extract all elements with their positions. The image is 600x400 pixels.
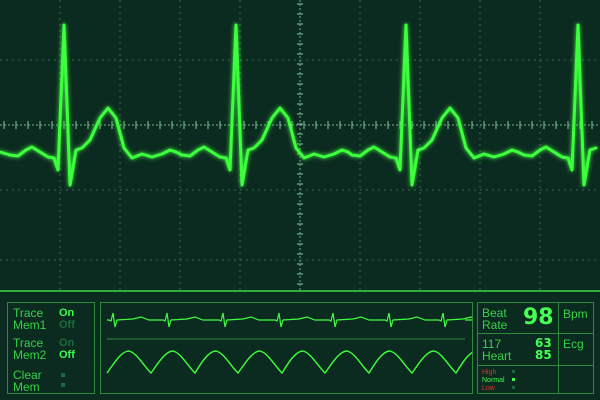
- ecg-waveform: [0, 23, 598, 187]
- legend-low-label: Low: [482, 385, 495, 392]
- memory-traces-panel: [100, 302, 473, 394]
- memory-traces-display: [106, 312, 472, 375]
- legend-high-label: High: [482, 369, 497, 376]
- legend-low-indicator: [512, 386, 515, 389]
- clear-mem-indicator-1[interactable]: [61, 373, 65, 377]
- trace-mem2-on-button[interactable]: On: [59, 337, 74, 349]
- vitals-row-divider-1: [478, 333, 593, 334]
- vitals-panel: Beat Rate 98 Bpm 117 Heart 63 85 Ecg Hig…: [477, 302, 594, 394]
- heart-value-bottom: 85: [535, 348, 552, 362]
- heart-monitor-screen: Trace Mem1 On Off Trace Mem2 On Off Clea…: [0, 0, 600, 400]
- center-axis-ticks: [0, 0, 600, 290]
- vitals-column-divider: [558, 303, 559, 393]
- ecg-label: Ecg: [563, 337, 584, 351]
- trace-mem1-on-button[interactable]: On: [59, 307, 74, 319]
- clear-mem-indicator-2[interactable]: [61, 383, 65, 387]
- screen-divider: [0, 290, 600, 292]
- heart-label: Heart: [482, 349, 512, 363]
- legend-high-indicator: [512, 370, 515, 373]
- vitals-row-divider-2: [478, 365, 593, 366]
- legend-normal-label: Normal: [482, 377, 505, 384]
- ecg-main-display: [0, 0, 600, 290]
- trace-mem2-off-button[interactable]: Off: [59, 349, 75, 361]
- mem2-waveform: [106, 350, 472, 375]
- trace-control-panel: Trace Mem1 On Off Trace Mem2 On Off Clea…: [7, 302, 95, 394]
- bpm-unit-label: Bpm: [563, 307, 588, 321]
- trace-mem1-off-button[interactable]: Off: [59, 319, 75, 331]
- mem1-waveform: [107, 312, 472, 328]
- beat-rate-value: 98: [523, 305, 554, 330]
- trace-mem1-label-line2: Mem1: [13, 318, 47, 332]
- clear-mem-label-line2: Mem: [13, 380, 40, 394]
- trace-mem2-label-line2: Mem2: [13, 348, 47, 362]
- legend-normal-indicator: [512, 378, 515, 381]
- beat-rate-label-line2: Rate: [482, 318, 508, 332]
